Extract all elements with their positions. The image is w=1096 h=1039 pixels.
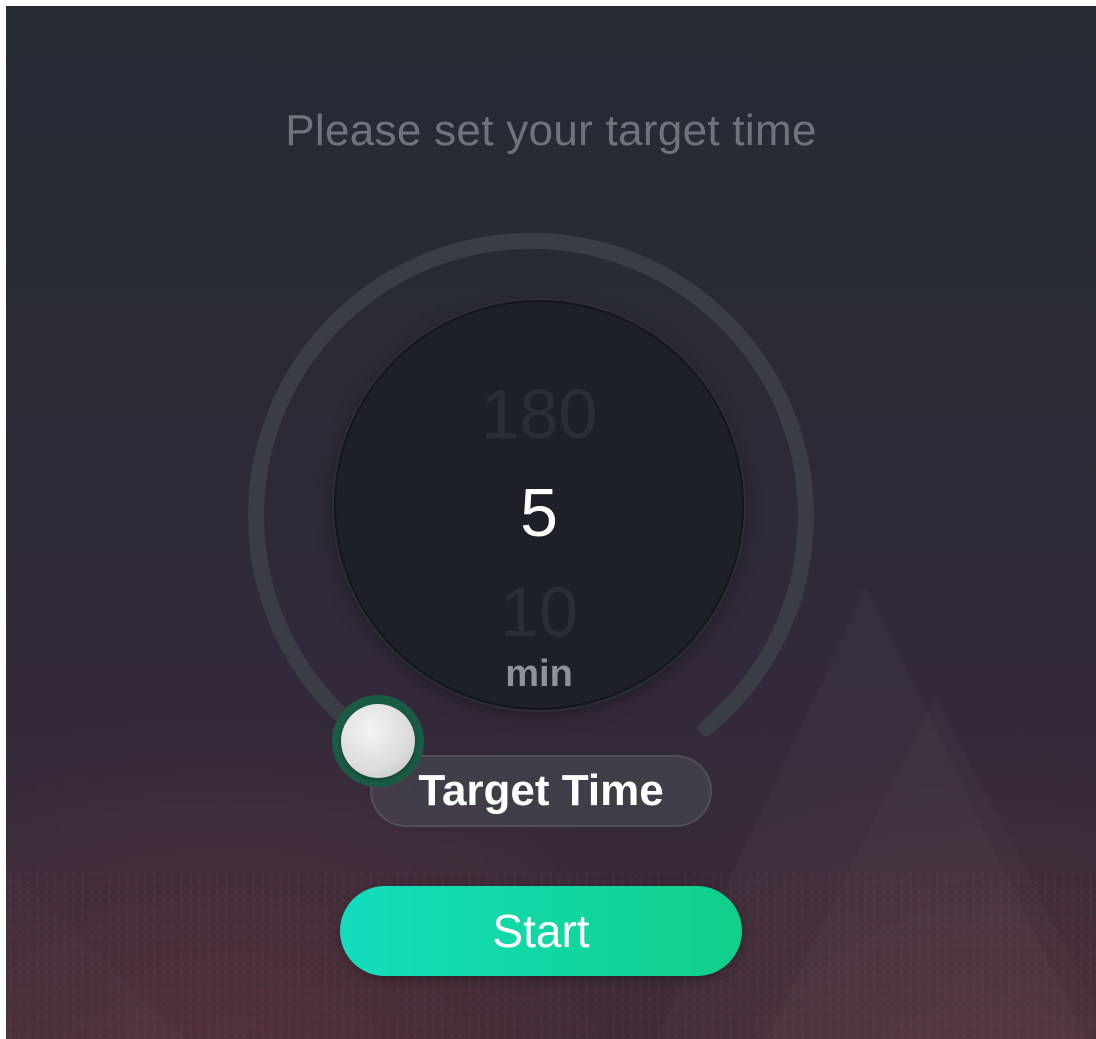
timer-screen: Please set your target time 180 5 10 min… (6, 6, 1096, 1039)
picker-previous-value[interactable]: 180 (334, 374, 744, 454)
picker-unit-label: min (505, 653, 573, 695)
picker-next-value[interactable]: 10 (334, 572, 744, 652)
circle-knob-icon[interactable] (341, 704, 415, 778)
slider-handle[interactable] (332, 695, 424, 787)
time-picker[interactable]: 180 5 10 min (334, 300, 744, 710)
target-time-label: Target Time (370, 755, 712, 827)
start-button[interactable]: Start (340, 886, 742, 976)
picker-current-value[interactable]: 5 (334, 474, 744, 552)
